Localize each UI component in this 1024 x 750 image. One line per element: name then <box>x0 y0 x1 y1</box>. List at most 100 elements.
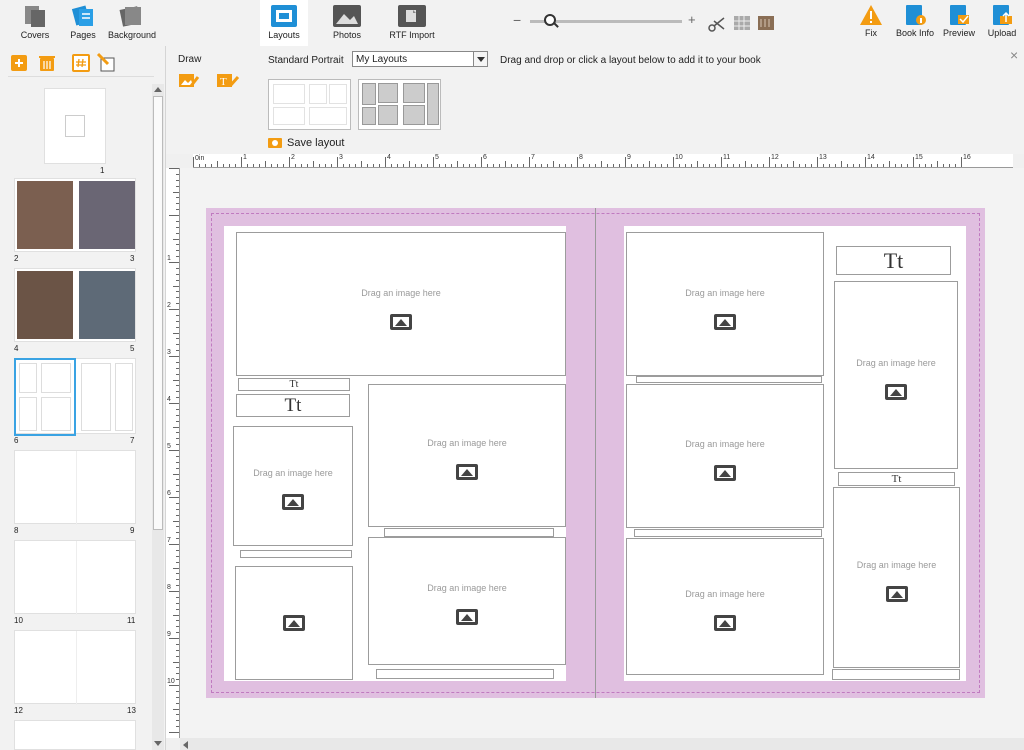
layout-cell <box>378 105 398 125</box>
grid-icon[interactable] <box>734 16 750 30</box>
scroll-up-icon[interactable] <box>154 86 162 92</box>
image-placeholder[interactable]: Drag an image here <box>626 232 824 376</box>
ruler-tick <box>169 497 179 498</box>
ruler-tick <box>655 164 656 167</box>
ruler-tick <box>619 164 620 167</box>
layout-select[interactable]: My Layouts <box>352 51 488 67</box>
layout-option-1[interactable] <box>268 79 351 130</box>
preview-label: Preview <box>942 28 975 38</box>
canvas-scrollbar[interactable] <box>180 738 1024 750</box>
fix-button[interactable]: Fix <box>856 4 886 38</box>
background-button[interactable]: Background <box>108 4 156 40</box>
ruler-tick <box>176 408 179 410</box>
page-thumb-12-13[interactable] <box>14 630 136 705</box>
delete-page-icon[interactable] <box>38 54 56 72</box>
title-text-box[interactable]: Tt <box>236 394 350 417</box>
scissors-icon[interactable] <box>708 15 726 33</box>
image-placeholder[interactable]: Drag an image here <box>626 538 824 675</box>
ruler-tick <box>173 614 179 616</box>
ruler-tick <box>176 397 179 399</box>
page-number-icon[interactable] <box>72 54 90 72</box>
page-thumb-next[interactable] <box>14 720 136 750</box>
covers-button[interactable]: Covers <box>18 4 52 40</box>
layout-cell <box>309 84 327 104</box>
ruler-tick <box>727 164 728 167</box>
covers-label: Covers <box>20 30 50 40</box>
image-placeholder[interactable]: Drag an image here <box>626 384 824 528</box>
scroll-down-icon[interactable] <box>154 741 162 747</box>
layout-cell <box>403 105 425 125</box>
placeholder-text: Drag an image here <box>685 439 765 449</box>
caption-box[interactable] <box>240 550 352 558</box>
fix-label: Fix <box>865 28 877 38</box>
image-placeholder[interactable]: Drag an image here <box>834 281 958 469</box>
caption-box[interactable] <box>832 669 960 680</box>
draw-image-icon[interactable] <box>178 72 200 90</box>
ruler-tick <box>265 161 266 167</box>
draw-text-icon[interactable]: T <box>216 72 240 90</box>
image-placeholder[interactable]: Drag an image here <box>833 487 960 668</box>
scroll-left-icon[interactable] <box>182 741 188 749</box>
ruler-tick <box>571 164 572 167</box>
pages-button[interactable]: Pages <box>66 4 100 40</box>
page-number: 8 <box>14 526 19 535</box>
thumb-frame <box>19 363 37 393</box>
ruler-tick <box>176 649 179 651</box>
page-thumb-4-5[interactable] <box>14 268 136 342</box>
image-placeholder[interactable]: Drag an image here <box>368 537 566 665</box>
chevron-down-icon[interactable] <box>473 52 487 66</box>
ruler-tick <box>176 549 179 551</box>
zoom-slider[interactable] <box>530 14 682 28</box>
layout-cell <box>309 107 347 125</box>
ruler-tick <box>625 157 626 167</box>
caption-box[interactable] <box>376 669 554 679</box>
page-thumb-1[interactable] <box>44 88 106 164</box>
caption-box[interactable] <box>384 528 554 537</box>
tab-layouts[interactable]: Layouts <box>260 0 308 46</box>
ruler-tick <box>547 164 548 167</box>
ruler-tick <box>775 164 776 167</box>
zoom-in-button[interactable]: + <box>688 12 696 27</box>
caption-box[interactable] <box>636 376 822 383</box>
save-layout-button[interactable]: Save layout <box>287 137 344 149</box>
preview-button[interactable]: Preview <box>942 4 976 38</box>
caption-text-box[interactable]: Tt <box>838 472 955 486</box>
upload-button[interactable]: Upload <box>986 4 1018 38</box>
tab-photos[interactable]: Photos <box>322 0 372 46</box>
caption-box[interactable] <box>634 529 822 537</box>
ruler-tick <box>176 279 179 281</box>
ruler-label: 9 <box>627 154 631 161</box>
bleed-icon[interactable] <box>758 16 774 30</box>
pages-scrollbar[interactable] <box>152 84 164 750</box>
image-placeholder[interactable]: Drag an image here <box>233 426 353 546</box>
ruler-tick <box>961 157 962 167</box>
ruler-tick <box>176 461 179 463</box>
page-thumb-10-11[interactable] <box>14 540 136 615</box>
ruler-tick <box>176 250 179 252</box>
ruler-tick <box>176 690 179 692</box>
page-thumb-2-3[interactable] <box>14 178 136 252</box>
ruler-tick <box>811 164 812 167</box>
title-text-box[interactable]: Tt <box>836 246 951 275</box>
ruler-tick <box>409 161 410 167</box>
image-placeholder[interactable]: Drag an image here <box>236 232 566 376</box>
image-placeholder[interactable] <box>235 566 353 680</box>
book-info-label: Book Info <box>895 28 935 38</box>
ruler-label: 2 <box>167 302 171 309</box>
page-thumb-8-9[interactable] <box>14 450 136 525</box>
layout-cell <box>427 83 439 125</box>
caption-text-box[interactable]: Tt <box>238 378 350 391</box>
layout-option-2[interactable] <box>358 79 441 130</box>
image-placeholder[interactable]: Drag an image here <box>368 384 566 527</box>
book-info-button[interactable]: Book Info <box>894 4 936 38</box>
tab-rtf-import[interactable]: RTF Import <box>384 0 440 46</box>
edit-page-icon[interactable] <box>96 52 116 72</box>
page-thumb-6-7[interactable] <box>14 358 136 436</box>
ruler-tick <box>169 591 179 592</box>
ruler-tick <box>319 164 320 167</box>
pages-scrollbar-thumb[interactable] <box>153 96 163 530</box>
zoom-out-button[interactable]: − <box>513 12 521 28</box>
close-subbar-button[interactable]: × <box>1010 47 1018 63</box>
ruler-tick <box>259 164 260 167</box>
add-page-icon[interactable] <box>10 54 28 72</box>
